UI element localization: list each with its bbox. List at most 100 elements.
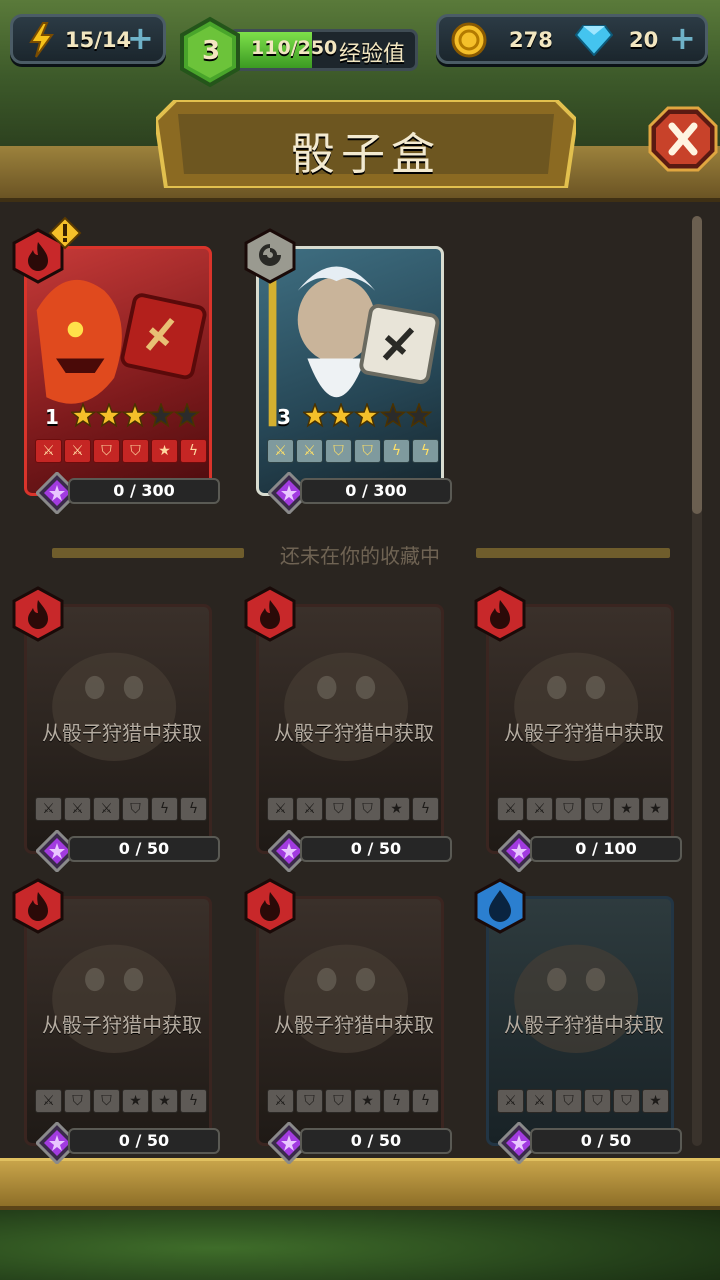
dice-faces: ⚔ ⛉ ⛉ ★ ϟ ϟ bbox=[267, 1089, 439, 1115]
dice-face-icon: ⚔ bbox=[93, 797, 120, 821]
dice-face-icon: ⛉ bbox=[64, 1089, 91, 1113]
dice-face-icon: ★ bbox=[642, 1089, 669, 1113]
energy-counter[interactable]: 15/14 + bbox=[10, 14, 166, 64]
collection-progress: 0 / 300 bbox=[300, 478, 452, 504]
not-in-collection-label: 还未在你的收藏中 bbox=[280, 544, 440, 568]
dice-face-icon: ⚔ bbox=[267, 439, 294, 463]
dice-face-icon: ⛉ bbox=[584, 1089, 611, 1113]
xp-bar: 110/250 经验值 bbox=[228, 29, 418, 71]
dice-face-icon: ϟ bbox=[151, 797, 178, 821]
dice-face-icon: ϟ bbox=[180, 1089, 207, 1113]
lightning-icon bbox=[29, 22, 54, 58]
collection-progress-text: 0 / 50 bbox=[350, 839, 402, 858]
collection-progress: 0 / 300 bbox=[68, 478, 220, 504]
dice-faces: ⚔ ⚔ ⛉ ⛉ ★ ϟ bbox=[35, 439, 207, 465]
dice-face-icon: ⛉ bbox=[354, 797, 381, 821]
dice-face-icon: ★ bbox=[151, 1089, 178, 1113]
scrollbar-thumb[interactable] bbox=[692, 216, 702, 514]
dice-face-icon: ⚔ bbox=[35, 1089, 62, 1113]
level-value: 3 bbox=[202, 36, 221, 66]
star-icon bbox=[173, 403, 201, 428]
collection-progress-text: 0 / 50 bbox=[118, 839, 170, 858]
fire-element-icon bbox=[12, 586, 64, 642]
dice-face-icon: ⚔ bbox=[296, 439, 323, 463]
collection-progress-text: 0 / 50 bbox=[350, 1131, 402, 1150]
wind-element-icon bbox=[244, 228, 296, 284]
panel-bottom-frame bbox=[0, 1158, 720, 1210]
close-button[interactable] bbox=[648, 106, 718, 172]
coin-value: 278 bbox=[509, 28, 553, 52]
dice-face-icon: ⚔ bbox=[526, 1089, 553, 1113]
dice-face-icon: ϟ bbox=[412, 1089, 439, 1113]
diamond-icon bbox=[575, 25, 613, 56]
dice-face-icon: ⛉ bbox=[122, 797, 149, 821]
dice-face-icon: ⛉ bbox=[93, 1089, 120, 1113]
collection-progress-text: 0 / 50 bbox=[580, 1131, 632, 1150]
dice-face-icon: ⚔ bbox=[267, 1089, 294, 1113]
dice-face-icon: ⚔ bbox=[497, 1089, 524, 1113]
collection-progress: 0 / 50 bbox=[68, 1128, 220, 1154]
jungle-foliage bbox=[0, 1200, 720, 1280]
dice-faces: ⚔ ⚔ ⛉ ⛉ ★ ★ bbox=[497, 797, 669, 823]
dice-face-icon: ⚔ bbox=[64, 439, 91, 463]
dice-faces: ⚔ ⚔ ⛉ ⛉ ⛉ ★ bbox=[497, 1089, 669, 1115]
dialog-title: 骰子盒 bbox=[291, 129, 441, 180]
star-icon bbox=[121, 403, 149, 428]
obtain-from-dice-hunt-label: 从骰子狩猎中获取 bbox=[274, 721, 434, 745]
dice-face-icon: ⛉ bbox=[325, 797, 352, 821]
dice-face-icon: ϟ bbox=[383, 439, 410, 463]
dice-face-icon: ⚔ bbox=[296, 797, 323, 821]
collection-progress: 0 / 50 bbox=[300, 836, 452, 862]
star-icon bbox=[147, 403, 175, 428]
collection-progress-text: 0 / 50 bbox=[118, 1131, 170, 1150]
dice-face-icon: ⛉ bbox=[555, 797, 582, 821]
star-icon bbox=[379, 403, 407, 428]
dice-face-icon: ★ bbox=[354, 1089, 381, 1113]
currency-panel[interactable]: 278 20 + bbox=[436, 14, 708, 64]
dice-level: 3 bbox=[277, 405, 291, 429]
dice-face-icon: ⛉ bbox=[93, 439, 120, 463]
dice-faces: ⚔ ⛉ ⛉ ★ ★ ϟ bbox=[35, 1089, 207, 1115]
xp-label: 经验值 bbox=[339, 42, 406, 67]
divider-left bbox=[52, 548, 244, 558]
dice-face-icon: ⛉ bbox=[296, 1089, 323, 1113]
add-energy-button[interactable]: + bbox=[127, 22, 154, 54]
dice-face-icon: ⛉ bbox=[122, 439, 149, 463]
water-element-icon bbox=[474, 878, 526, 934]
dice-face-icon: ϟ bbox=[383, 1089, 410, 1113]
dice-face-icon: ⛉ bbox=[584, 797, 611, 821]
energy-value: 15/14 bbox=[65, 28, 132, 52]
star-icon bbox=[95, 403, 123, 428]
add-gems-button[interactable]: + bbox=[669, 22, 696, 54]
dice-face-icon: ϟ bbox=[180, 439, 207, 463]
dice-face-icon: ★ bbox=[642, 797, 669, 821]
fire-element-icon bbox=[474, 586, 526, 642]
dice-face-icon: ⛉ bbox=[325, 439, 352, 463]
dice-face-icon: ★ bbox=[151, 439, 178, 463]
dice-face-icon: ⛉ bbox=[325, 1089, 352, 1113]
experience-panel: 110/250 经验值 3 bbox=[178, 14, 422, 88]
star-icon bbox=[71, 403, 97, 428]
obtain-from-dice-hunt-label: 从骰子狩猎中获取 bbox=[504, 1013, 664, 1037]
star-rating bbox=[71, 403, 201, 428]
dice-face-icon: ★ bbox=[383, 797, 410, 821]
dice-face-icon: ⚔ bbox=[267, 797, 294, 821]
collection-progress-text: 0 / 300 bbox=[113, 481, 175, 500]
fire-element-icon bbox=[244, 586, 296, 642]
dice-faces: ⚔ ⚔ ⛉ ⛉ ★ ϟ bbox=[267, 797, 439, 823]
dice-face-icon: ϟ bbox=[412, 797, 439, 821]
fire-element-icon bbox=[12, 878, 64, 934]
divider-right bbox=[476, 548, 670, 558]
dice-face-icon: ⛉ bbox=[613, 1089, 640, 1113]
dice-face-icon: ⚔ bbox=[497, 797, 524, 821]
collection-progress-text: 0 / 300 bbox=[345, 481, 407, 500]
fire-element-icon bbox=[244, 878, 296, 934]
collection-progress: 0 / 50 bbox=[300, 1128, 452, 1154]
dice-face-icon: ⚔ bbox=[64, 797, 91, 821]
coin-icon bbox=[451, 22, 487, 58]
obtain-from-dice-hunt-label: 从骰子狩猎中获取 bbox=[42, 721, 202, 745]
obtain-from-dice-hunt-label: 从骰子狩猎中获取 bbox=[274, 1013, 434, 1037]
dice-face-icon: ⛉ bbox=[555, 1089, 582, 1113]
dice-face-icon: ϟ bbox=[180, 797, 207, 821]
dice-faces: ⚔ ⚔ ⛉ ⛉ ϟ ϟ bbox=[267, 439, 439, 465]
